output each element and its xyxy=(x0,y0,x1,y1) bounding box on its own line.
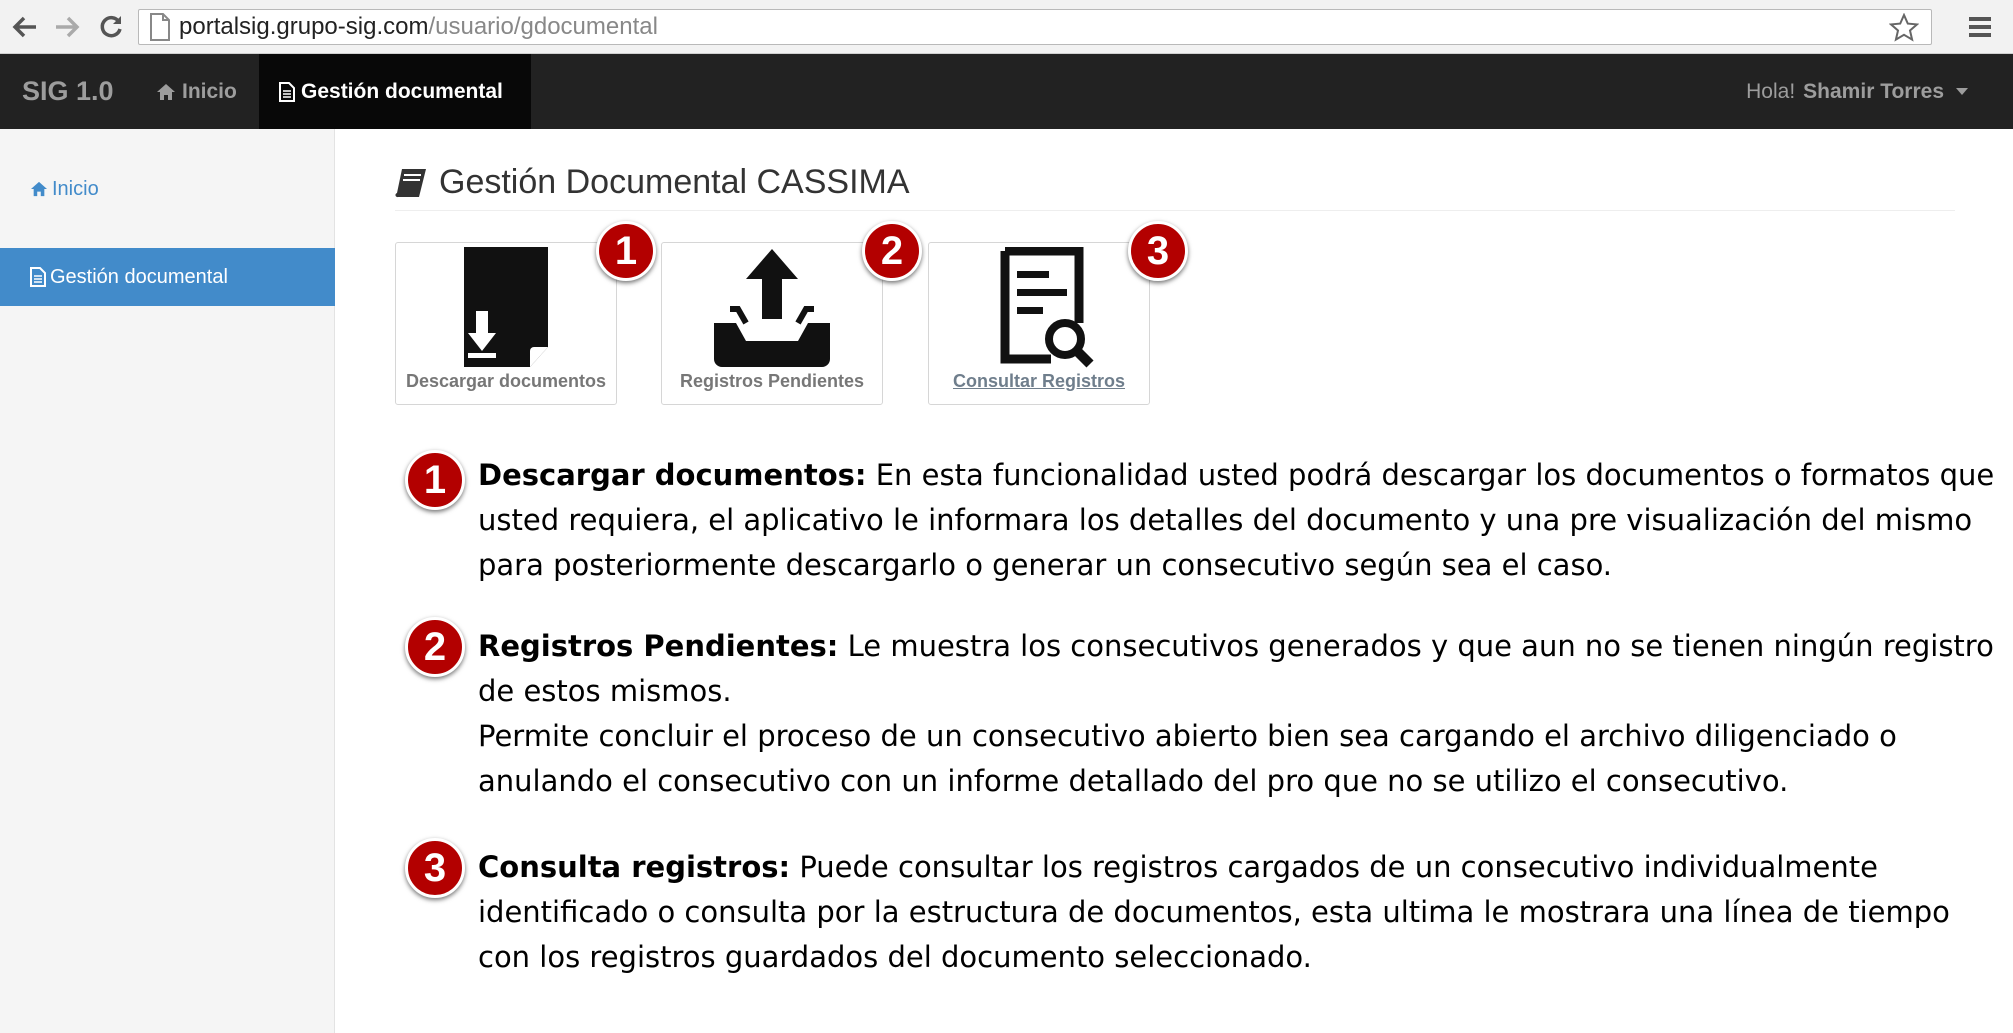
reload-icon xyxy=(100,15,122,38)
sidebar-item-label: Inicio xyxy=(52,177,99,200)
badge-1: 1 xyxy=(596,221,656,281)
home-icon xyxy=(31,181,47,197)
document-icon xyxy=(30,267,46,287)
description-heading: Descargar documentos: xyxy=(478,458,867,492)
nav-item-label: Gestión documental xyxy=(301,79,503,103)
top-navbar: SIG 1.0 Inicio Gestión documental Hola! … xyxy=(0,54,2013,129)
nav-item-gestion-documental[interactable]: Gestión documental xyxy=(259,54,531,129)
tile-label: Registros Pendientes xyxy=(679,371,865,391)
url-path: /usuario/gdocumental xyxy=(428,13,658,40)
page-title: Gestión Documental CASSIMA xyxy=(439,163,910,201)
url-domain: portalsig.grupo-sig.com xyxy=(179,13,429,40)
download-document-icon xyxy=(464,247,548,367)
desc-badge-2: 2 xyxy=(405,617,465,677)
reload-button[interactable] xyxy=(94,10,128,44)
description-consulta-registros: Consulta registros: Puede consultar los … xyxy=(478,845,1998,980)
tile-registros-pendientes[interactable]: Registros Pendientes xyxy=(661,242,883,405)
sidebar-item-label: Gestión documental xyxy=(50,265,228,288)
description-heading: Registros Pendientes: xyxy=(478,629,839,663)
badge-2: 2 xyxy=(862,221,922,281)
description-heading: Consulta registros: xyxy=(478,850,791,884)
browser-toolbar: portalsig.grupo-sig.com/usuario/gdocumen… xyxy=(0,0,2013,54)
desc-badge-3: 3 xyxy=(405,838,465,898)
description-registros-pendientes: Registros Pendientes: Le muestra los con… xyxy=(478,624,1998,804)
book-icon xyxy=(395,168,426,197)
brand-link[interactable]: SIG 1.0 xyxy=(22,54,114,129)
url-text: portalsig.grupo-sig.com/usuario/gdocumen… xyxy=(179,13,658,41)
document-icon xyxy=(279,81,295,102)
description-descargar: Descargar documentos: En esta funcionali… xyxy=(478,453,1998,588)
greeting-text: Hola! xyxy=(1746,79,1796,103)
back-button[interactable] xyxy=(8,10,42,44)
badge-3: 3 xyxy=(1128,221,1188,281)
tile-label: Descargar documentos xyxy=(405,371,607,391)
sidebar-item-inicio[interactable]: Inicio xyxy=(0,160,335,218)
desc-badge-1: 1 xyxy=(405,450,465,510)
address-bar[interactable]: portalsig.grupo-sig.com/usuario/gdocumen… xyxy=(138,9,1932,45)
upload-tray-icon xyxy=(714,249,830,367)
description-text-2: Permite concluir el proceso de un consec… xyxy=(478,719,1897,798)
tile-descargar-documentos[interactable]: Descargar documentos xyxy=(395,242,617,405)
home-icon xyxy=(157,83,175,100)
caret-down-icon xyxy=(1956,88,1968,95)
user-dropdown[interactable]: Hola! Shamir Torres xyxy=(1746,54,1968,129)
nav-item-inicio[interactable]: Inicio xyxy=(136,54,257,129)
back-arrow-icon xyxy=(12,16,36,38)
bookmark-star-icon[interactable] xyxy=(1889,13,1919,43)
forward-button[interactable] xyxy=(50,10,84,44)
tile-consultar-registros[interactable]: Consultar Registros xyxy=(928,242,1150,405)
forward-arrow-icon xyxy=(56,16,80,38)
tile-label: Consultar Registros xyxy=(952,371,1126,391)
search-document-icon xyxy=(1000,247,1094,368)
nav-item-label: Inicio xyxy=(182,79,237,103)
page-header: Gestión Documental CASSIMA xyxy=(395,155,1955,211)
sidebar-item-gestion-documental[interactable]: Gestión documental xyxy=(0,248,335,306)
user-name: Shamir Torres xyxy=(1803,79,1944,103)
sidebar: Inicio Gestión documental xyxy=(0,129,335,1033)
page-icon xyxy=(150,13,170,41)
browser-menu-icon[interactable] xyxy=(1966,14,1994,40)
